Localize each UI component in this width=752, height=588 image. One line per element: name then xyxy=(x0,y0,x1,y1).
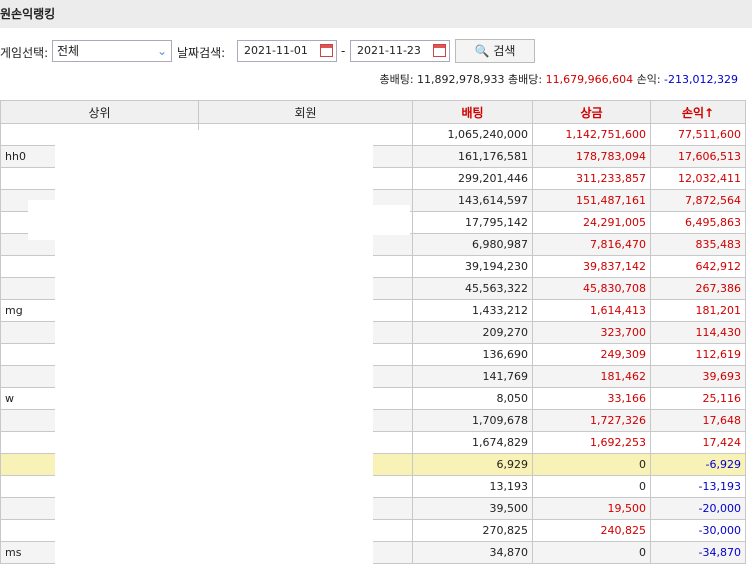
cell-prize: 45,830,708 xyxy=(532,277,651,300)
date-search-label: 날짜검색: xyxy=(177,46,226,60)
search-button-label: 검색 xyxy=(493,44,516,58)
game-select[interactable]: 전체 ⌄ xyxy=(52,40,172,62)
redaction-mask xyxy=(28,200,58,240)
cell-bet: 17,795,142 xyxy=(412,211,533,234)
cell-profit: 267,386 xyxy=(650,277,746,300)
cell-prize: 7,816,470 xyxy=(532,233,651,256)
cell-bet: 161,176,581 xyxy=(412,145,533,168)
cell-bet: 1,709,678 xyxy=(412,409,533,432)
redaction-mask xyxy=(360,205,410,235)
cell-prize: 39,837,142 xyxy=(532,255,651,278)
date-to-input[interactable]: 2021-11-23 xyxy=(350,40,450,62)
col-prize[interactable]: 상금 xyxy=(532,100,651,124)
cell-prize: 0 xyxy=(532,453,651,476)
cell-profit: 17,606,513 xyxy=(650,145,746,168)
cell-bet: 136,690 xyxy=(412,343,533,366)
cell-prize: 0 xyxy=(532,475,651,498)
date-to-value: 2021-11-23 xyxy=(357,44,421,57)
cell-profit: -6,929 xyxy=(650,453,746,476)
col-member[interactable]: 회원 xyxy=(198,100,413,124)
cell-profit: 7,872,564 xyxy=(650,189,746,212)
cell-profit: 114,430 xyxy=(650,321,746,344)
date-separator: - xyxy=(341,44,346,58)
cell-profit: 12,032,411 xyxy=(650,167,746,190)
total-win-value: 11,679,966,604 xyxy=(545,73,634,86)
cell-profit: 77,511,600 xyxy=(650,123,746,146)
cell-bet: 45,563,322 xyxy=(412,277,533,300)
cell-prize: 1,727,326 xyxy=(532,409,651,432)
cell-bet: 209,270 xyxy=(412,321,533,344)
cell-bet: 13,193 xyxy=(412,475,533,498)
cell-prize: 1,692,253 xyxy=(532,431,651,454)
cell-bet: 1,433,212 xyxy=(412,299,533,322)
cell-prize: 151,487,161 xyxy=(532,189,651,212)
col-profit[interactable]: 손익↑ xyxy=(650,100,746,124)
cell-prize: 178,783,094 xyxy=(532,145,651,168)
calendar-icon[interactable] xyxy=(320,44,333,57)
cell-profit: -34,870 xyxy=(650,541,746,564)
cell-prize: 0 xyxy=(532,541,651,564)
cell-prize: 249,309 xyxy=(532,343,651,366)
total-win-label: 총배당: xyxy=(508,73,543,86)
cell-profit: 112,619 xyxy=(650,343,746,366)
cell-bet: 39,194,230 xyxy=(412,255,533,278)
search-icon: 🔍 xyxy=(474,44,490,58)
total-profit-label: 손익: xyxy=(636,73,661,86)
total-bet-label: 총배팅: xyxy=(379,73,414,86)
col-bet[interactable]: 배팅 xyxy=(412,100,533,124)
totals-summary: 총배팅: 11,892,978,933 총배당: 11,679,966,604 … xyxy=(379,71,738,87)
cell-prize: 1,142,751,600 xyxy=(532,123,651,146)
cell-profit: -13,193 xyxy=(650,475,746,498)
cell-profit: 181,201 xyxy=(650,299,746,322)
page-title: 원손익랭킹 xyxy=(0,0,752,28)
cell-profit: 17,648 xyxy=(650,409,746,432)
cell-profit: -20,000 xyxy=(650,497,746,520)
cell-profit: -30,000 xyxy=(650,519,746,542)
cell-prize: 24,291,005 xyxy=(532,211,651,234)
search-button[interactable]: 🔍 검색 xyxy=(455,39,535,63)
calendar-icon[interactable] xyxy=(433,44,446,57)
filter-bar: 게임선택: 전체 ⌄ 날짜검색: 2021-11-01 - 2021-11-23… xyxy=(0,36,752,66)
cell-prize: 323,700 xyxy=(532,321,651,344)
cell-prize: 19,500 xyxy=(532,497,651,520)
total-profit-value: -213,012,329 xyxy=(664,73,738,86)
cell-prize: 1,614,413 xyxy=(532,299,651,322)
col-parent[interactable]: 상위 xyxy=(0,100,199,124)
cell-profit: 642,912 xyxy=(650,255,746,278)
cell-bet: 6,929 xyxy=(412,453,533,476)
cell-profit: 17,424 xyxy=(650,431,746,454)
table-header-row: 상위 회원 배팅 상금 손익↑ xyxy=(0,100,746,124)
game-select-value: 전체 xyxy=(57,44,80,58)
redaction-mask xyxy=(55,130,373,582)
cell-profit: 25,116 xyxy=(650,387,746,410)
cell-bet: 6,980,987 xyxy=(412,233,533,256)
cell-bet: 1,065,240,000 xyxy=(412,123,533,146)
cell-bet: 299,201,446 xyxy=(412,167,533,190)
cell-profit: 39,693 xyxy=(650,365,746,388)
date-from-value: 2021-11-01 xyxy=(244,44,308,57)
date-from-input[interactable]: 2021-11-01 xyxy=(237,40,337,62)
game-select-label: 게임선택: xyxy=(0,46,49,60)
cell-bet: 8,050 xyxy=(412,387,533,410)
cell-bet: 270,825 xyxy=(412,519,533,542)
cell-bet: 141,769 xyxy=(412,365,533,388)
cell-prize: 240,825 xyxy=(532,519,651,542)
cell-prize: 311,233,857 xyxy=(532,167,651,190)
cell-bet: 39,500 xyxy=(412,497,533,520)
cell-bet: 1,674,829 xyxy=(412,431,533,454)
chevron-down-icon: ⌄ xyxy=(156,44,167,58)
cell-profit: 6,495,863 xyxy=(650,211,746,234)
cell-bet: 143,614,597 xyxy=(412,189,533,212)
total-bet-value: 11,892,978,933 xyxy=(417,73,505,86)
cell-profit: 835,483 xyxy=(650,233,746,256)
cell-prize: 181,462 xyxy=(532,365,651,388)
cell-prize: 33,166 xyxy=(532,387,651,410)
cell-bet: 34,870 xyxy=(412,541,533,564)
